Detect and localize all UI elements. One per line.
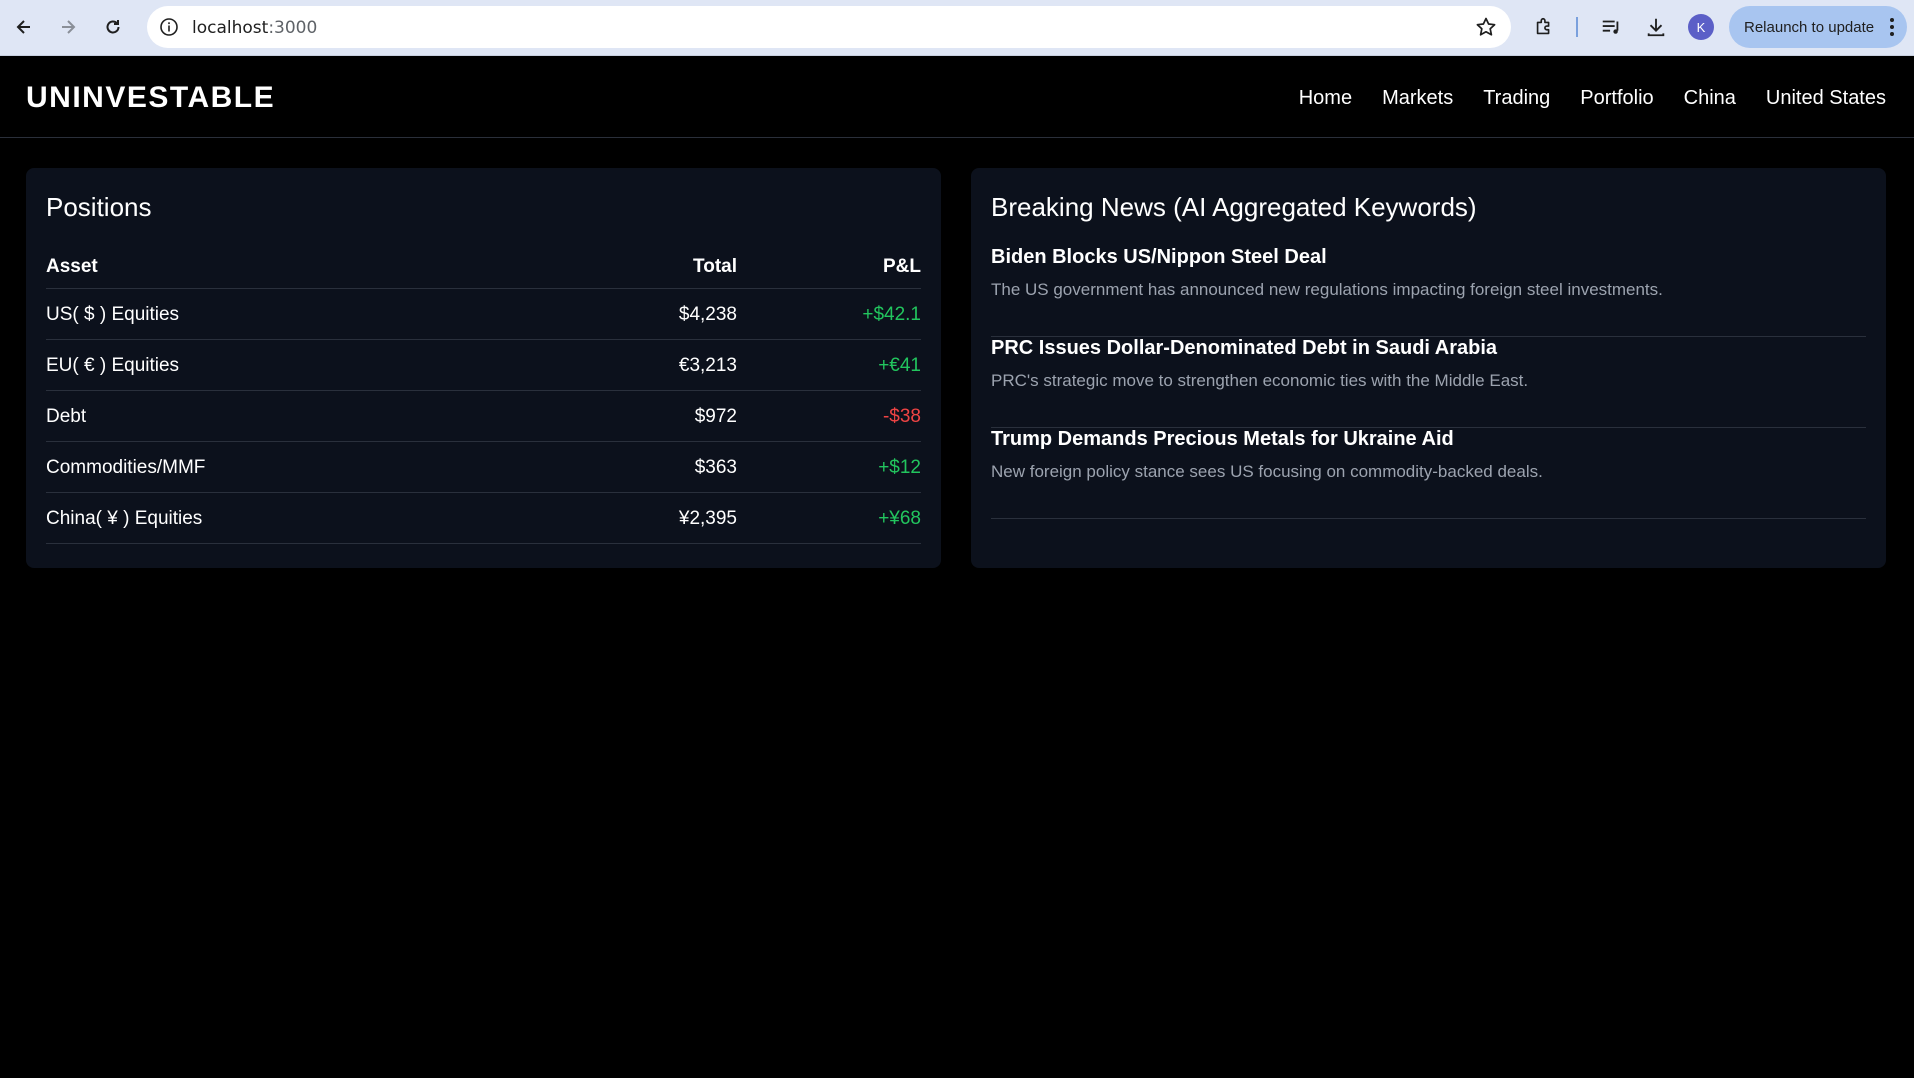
profile-avatar[interactable]: K [1688,14,1714,40]
url-host: localhost [192,18,269,38]
asset-cell: Commodities/MMF [46,457,206,478]
reload-button[interactable] [99,13,127,41]
url-text[interactable]: localhost:3000 [192,18,317,38]
news-headline[interactable]: PRC Issues Dollar-Denominated Debt in Sa… [991,337,1497,360]
extensions-icon[interactable] [1532,15,1556,39]
table-row: EU( € ) Equities €3,213 +€41 [46,340,921,391]
total-cell: $363 [694,457,737,478]
address-bar[interactable]: localhost:3000 [147,6,1511,48]
header-asset: Asset [46,256,98,277]
news-list: Biden Blocks US/Nippon Steel Deal The US… [991,246,1866,519]
total-cell: ¥2,395 [678,508,737,529]
url-port: :3000 [268,18,318,38]
news-item[interactable]: PRC Issues Dollar-Denominated Debt in Sa… [991,337,1866,428]
positions-card: Positions Asset Total P&L US( $ ) Equiti… [26,168,941,568]
relaunch-button[interactable]: Relaunch to update [1729,6,1907,48]
nav-united-states[interactable]: United States [1766,87,1886,110]
back-button[interactable] [10,13,38,41]
asset-cell: US( $ ) Equities [46,304,180,325]
positions-title: Positions [46,192,152,222]
forward-button[interactable] [54,13,82,41]
arrow-right-icon [62,20,76,34]
table-row: US( $ ) Equities $4,238 +$42.1 [46,289,921,340]
nav-trading[interactable]: Trading [1483,87,1550,110]
news-item[interactable]: Trump Demands Precious Metals for Ukrain… [991,428,1866,519]
bookmark-star-icon[interactable] [1475,16,1497,38]
browser-toolbar: localhost:3000 K Relaunch to update [0,0,1914,56]
asset-cell: Debt [46,406,87,427]
total-cell: $972 [694,406,737,427]
nav-markets[interactable]: Markets [1382,87,1453,110]
news-title: Breaking News (AI Aggregated Keywords) [991,192,1477,222]
table-header-row: Asset Total P&L [46,244,921,289]
more-menu-icon[interactable] [1889,17,1895,37]
nav-portfolio[interactable]: Portfolio [1580,87,1653,110]
news-item[interactable]: Biden Blocks US/Nippon Steel Deal The US… [991,246,1866,337]
asset-cell: China( ¥ ) Equities [46,508,203,529]
brand-logo[interactable]: UNINVESTABLE [26,81,275,115]
nav-china[interactable]: China [1684,87,1736,110]
main-nav: Home Markets Trading Portfolio China Uni… [1299,87,1886,110]
news-description: The US government has announced new regu… [991,280,1663,299]
pl-cell: +¥68 [878,508,921,529]
header-total: Total [693,256,737,277]
arrow-left-icon [16,20,30,34]
nav-home[interactable]: Home [1299,87,1352,110]
header-pl: P&L [883,256,921,277]
relaunch-label: Relaunch to update [1744,18,1875,36]
table-row: Debt $972 -$38 [46,391,921,442]
table-row: China( ¥ ) Equities ¥2,395 +¥68 [46,493,921,544]
news-headline[interactable]: Biden Blocks US/Nippon Steel Deal [991,246,1327,269]
positions-table: Asset Total P&L US( $ ) Equities $4,238 … [46,244,921,544]
media-controls-icon[interactable] [1599,15,1623,39]
site-header: UNINVESTABLE Home Markets Trading Portfo… [0,57,1914,138]
pl-cell: -$38 [882,406,921,427]
site-info-icon[interactable] [157,15,181,39]
asset-cell: EU( € ) Equities [46,355,180,376]
toolbar-divider [1576,17,1578,37]
downloads-icon[interactable] [1644,15,1668,39]
pl-cell: +$42.1 [862,304,921,325]
total-cell: €3,213 [678,355,737,376]
pl-cell: +€41 [878,355,921,376]
reload-icon [106,20,120,34]
news-description: New foreign policy stance sees US focusi… [991,462,1543,481]
news-card: Breaking News (AI Aggregated Keywords) B… [971,168,1886,568]
table-row: Commodities/MMF $363 +$12 [46,442,921,493]
pl-cell: +$12 [878,457,921,478]
news-headline[interactable]: Trump Demands Precious Metals for Ukrain… [991,428,1454,451]
news-description: PRC's strategic move to strengthen econo… [991,371,1529,390]
total-cell: $4,238 [678,304,737,325]
